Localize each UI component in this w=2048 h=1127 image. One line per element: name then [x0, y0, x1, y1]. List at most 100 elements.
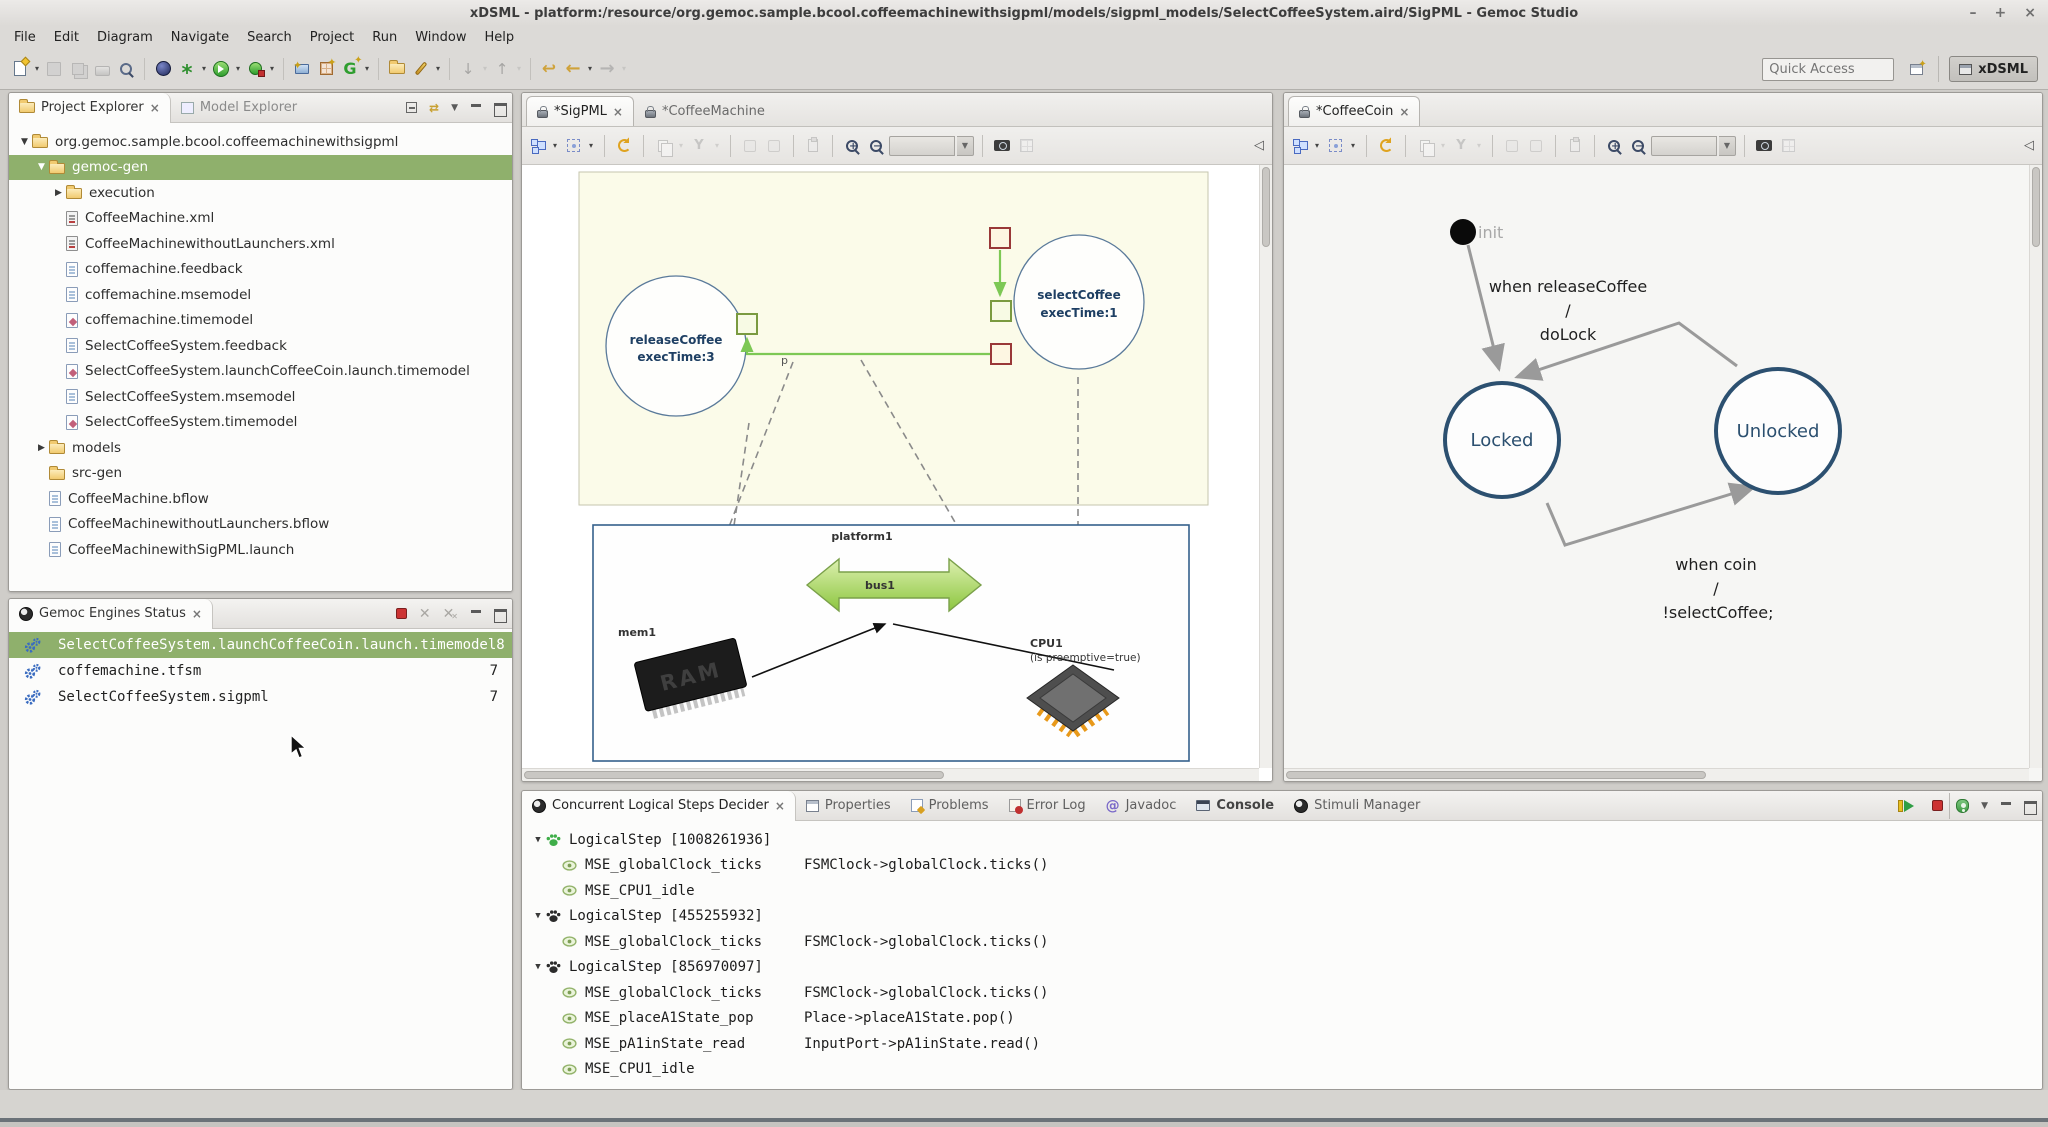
- coffeecoin-canvas[interactable]: init when releaseCoffee / doLock when co…: [1284, 165, 2042, 781]
- zoom-in-icon[interactable]: [1603, 135, 1625, 157]
- window-close-button[interactable]: ×: [2024, 5, 2036, 21]
- input-port[interactable]: [991, 301, 1011, 321]
- tree-item[interactable]: SelectCoffeeSystem.launchCoffeeCoin.laun…: [9, 359, 512, 385]
- initial-state-node[interactable]: [1450, 219, 1476, 245]
- menu-search[interactable]: Search: [238, 28, 301, 47]
- gemoc-launch-dropdown[interactable]: ▾: [362, 64, 372, 73]
- menu-run[interactable]: Run: [363, 28, 406, 47]
- mse-row[interactable]: MSE_pA1inState_readInputPort->pA1inState…: [522, 1031, 2042, 1057]
- arrange-dropdown[interactable]: ▾: [1312, 141, 1322, 150]
- step-forward-icon[interactable]: [1898, 800, 1920, 812]
- link-with-editor-icon[interactable]: ⇄: [429, 101, 439, 115]
- input-port[interactable]: [737, 314, 757, 334]
- zoom-combo-dropdown[interactable]: ▼: [1719, 136, 1736, 156]
- zoom-in-icon[interactable]: [841, 135, 863, 157]
- new-wizard-dropdown[interactable]: ▾: [32, 64, 42, 73]
- arrange-all-icon[interactable]: [1288, 135, 1310, 157]
- back-icon[interactable]: ←: [561, 57, 585, 81]
- new-plugin-icon[interactable]: ✦: [314, 57, 338, 81]
- last-edit-icon[interactable]: ↩: [537, 57, 561, 81]
- maximize-view-icon[interactable]: [494, 608, 506, 619]
- select-dropdown[interactable]: ▾: [1348, 141, 1358, 150]
- arrange-all-icon[interactable]: [526, 135, 548, 157]
- stop-icon[interactable]: [1932, 800, 1943, 811]
- snapshot-icon[interactable]: [1753, 135, 1775, 157]
- logical-step-row[interactable]: ▼LogicalStep [455255932]: [522, 904, 2042, 930]
- minimize-view-icon[interactable]: [2000, 800, 2012, 811]
- new-project-icon[interactable]: ✦: [290, 57, 314, 81]
- palette-collapse-icon[interactable]: ◁: [2020, 138, 2038, 153]
- dispose-engine-icon[interactable]: ✕: [419, 606, 431, 622]
- select-dropdown[interactable]: ▾: [586, 141, 596, 150]
- vertical-scrollbar[interactable]: [2029, 165, 2042, 768]
- tree-item[interactable]: CoffeeMachinewithoutLaunchers.bflow: [9, 512, 512, 538]
- zoom-out-icon[interactable]: [865, 135, 887, 157]
- menu-edit[interactable]: Edit: [45, 28, 88, 47]
- horizontal-scrollbar[interactable]: [522, 768, 1259, 781]
- mse-row[interactable]: MSE_placeA1State_popPlace->placeA1State.…: [522, 1006, 2042, 1032]
- platform-container[interactable]: [593, 525, 1189, 761]
- output-port[interactable]: [991, 344, 1011, 364]
- snapshot-icon[interactable]: [991, 135, 1013, 157]
- sigpml-tab-close-icon[interactable]: ×: [613, 105, 623, 119]
- tree-item[interactable]: SelectCoffeeSystem.feedback: [9, 333, 512, 359]
- window-minimize-button[interactable]: –: [1970, 5, 1977, 21]
- output-port[interactable]: [990, 228, 1010, 248]
- open-perspective-icon[interactable]: ✦: [1904, 57, 1928, 81]
- external-tools-dropdown[interactable]: ▾: [199, 64, 209, 73]
- tab-stimuli-manager[interactable]: Stimuli Manager: [1284, 791, 1430, 821]
- zoom-level-combo[interactable]: [889, 136, 955, 156]
- zoom-out-icon[interactable]: [1627, 135, 1649, 157]
- tree-item[interactable]: ▶execution: [9, 180, 512, 206]
- tree-item[interactable]: CoffeeMachinewithoutLaunchers.xml: [9, 231, 512, 257]
- refresh-diagram-icon[interactable]: [613, 135, 635, 157]
- collapse-arrow-icon[interactable]: ▶: [34, 443, 49, 453]
- tab-console[interactable]: Console: [1186, 791, 1284, 821]
- tree-item[interactable]: CoffeeMachine.xml: [9, 206, 512, 232]
- collapse-all-icon[interactable]: [406, 102, 417, 113]
- tab-error-log[interactable]: Error Log: [999, 791, 1096, 821]
- select-filter-icon[interactable]: [1324, 135, 1346, 157]
- view-menu-icon[interactable]: ▼: [451, 103, 458, 113]
- minimize-view-icon[interactable]: [470, 608, 482, 619]
- back-dropdown[interactable]: ▾: [585, 64, 595, 73]
- mse-row[interactable]: MSE_CPU1_idle: [522, 878, 2042, 904]
- run-config-dropdown[interactable]: ▾: [267, 64, 277, 73]
- palette-collapse-icon[interactable]: ◁: [1250, 138, 1268, 153]
- window-maximize-button[interactable]: +: [1995, 5, 2007, 21]
- mse-row[interactable]: MSE_globalClock_ticksFSMClock->globalClo…: [522, 853, 2042, 879]
- tab-javadoc[interactable]: @Javadoc: [1096, 791, 1187, 821]
- tab-concurrent-logical-steps-decider[interactable]: Concurrent Logical Steps Decider×: [522, 791, 796, 821]
- expand-arrow-icon[interactable]: ▼: [530, 835, 546, 845]
- menu-window[interactable]: Window: [406, 28, 475, 47]
- transition-selectcoffee-edge[interactable]: [1547, 487, 1754, 545]
- decider-menu-dropdown[interactable]: ▼: [1981, 801, 1988, 811]
- tab-problems[interactable]: Problems: [901, 791, 999, 821]
- zoom-level-combo[interactable]: [1651, 136, 1717, 156]
- tab-model-explorer[interactable]: Model Explorer: [171, 93, 307, 123]
- collapse-arrow-icon[interactable]: ▶: [51, 188, 66, 198]
- refresh-diagram-icon[interactable]: [1375, 135, 1397, 157]
- decider-shield-icon[interactable]: [1956, 799, 1969, 813]
- maximize-view-icon[interactable]: [2024, 800, 2036, 811]
- menu-project[interactable]: Project: [301, 28, 363, 47]
- select-filter-icon[interactable]: [562, 135, 584, 157]
- engine-row[interactable]: SelectCoffeeSystem.sigpml7: [9, 684, 512, 710]
- engine-row[interactable]: SelectCoffeeSystem.launchCoffeeCoin.laun…: [9, 632, 512, 658]
- engines-status-close-icon[interactable]: ×: [192, 607, 202, 621]
- zoom-combo-dropdown[interactable]: ▼: [957, 136, 974, 156]
- mse-row[interactable]: MSE_globalClock_ticksFSMClock->globalClo…: [522, 929, 2042, 955]
- sigpml-canvas[interactable]: releaseCoffee execTime:3 selectCoffee ex…: [522, 165, 1272, 781]
- search-icon[interactable]: [114, 57, 138, 81]
- minimize-view-icon[interactable]: [470, 102, 482, 113]
- quick-access-input[interactable]: [1762, 58, 1894, 81]
- horizontal-scrollbar[interactable]: [1284, 768, 2029, 781]
- new-wizard-icon[interactable]: [8, 57, 32, 81]
- run-dropdown[interactable]: ▾: [233, 64, 243, 73]
- project-explorer-close-icon[interactable]: ×: [150, 101, 160, 115]
- actor-selectcoffee[interactable]: [1014, 235, 1144, 369]
- open-folder-icon[interactable]: [385, 57, 409, 81]
- tree-item[interactable]: ▼org.gemoc.sample.bcool.coffeemachinewit…: [9, 129, 512, 155]
- vertical-scrollbar[interactable]: [1259, 165, 1272, 768]
- external-tools-icon[interactable]: *: [175, 57, 199, 81]
